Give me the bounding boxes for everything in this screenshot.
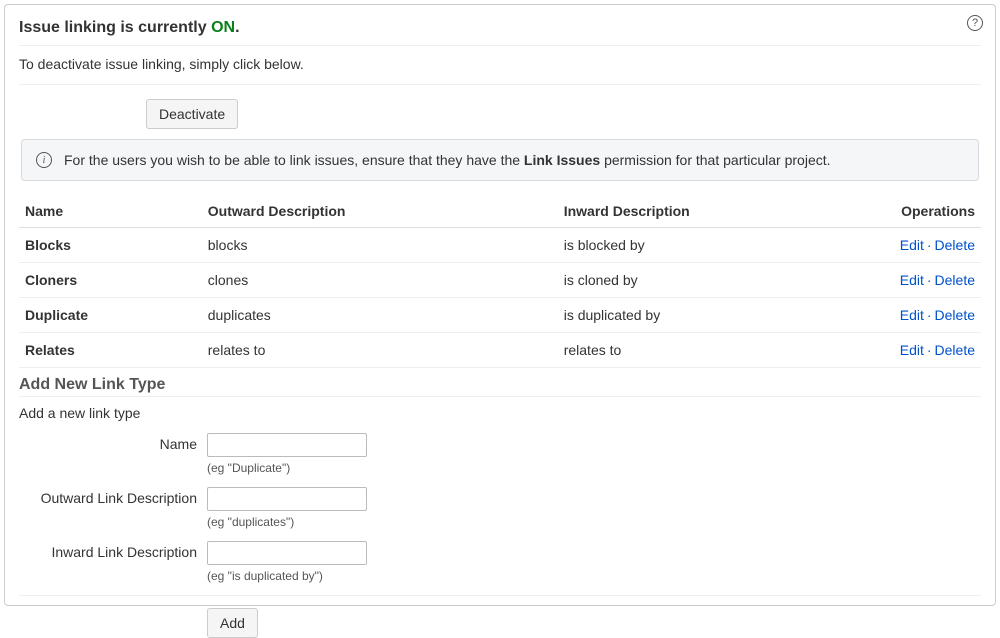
table-row: Duplicateduplicatesis duplicated byEdit·… xyxy=(19,298,981,333)
inward-label: Inward Link Description xyxy=(19,541,207,560)
cell-name: Cloners xyxy=(19,263,202,298)
info-text-before: For the users you wish to be able to lin… xyxy=(64,152,524,168)
cell-outward: duplicates xyxy=(202,298,558,333)
outward-label: Outward Link Description xyxy=(19,487,207,506)
info-text-after: permission for that particular project. xyxy=(600,152,830,168)
delete-link[interactable]: Delete xyxy=(935,307,975,323)
add-button[interactable]: Add xyxy=(207,608,258,638)
divider xyxy=(19,84,981,85)
form-row-name: Name (eg "Duplicate") xyxy=(19,433,981,475)
table-row: Clonersclonesis cloned byEdit·Delete xyxy=(19,263,981,298)
header-inward: Inward Description xyxy=(558,195,856,228)
name-input[interactable] xyxy=(207,433,367,457)
header-name: Name xyxy=(19,195,202,228)
link-types-table: Name Outward Description Inward Descript… xyxy=(19,195,981,368)
cell-inward: is blocked by xyxy=(558,228,856,263)
info-text: For the users you wish to be able to lin… xyxy=(64,152,831,168)
deactivate-description: To deactivate issue linking, simply clic… xyxy=(19,46,981,80)
cell-inward: relates to xyxy=(558,333,856,368)
cell-operations: Edit·Delete xyxy=(856,263,981,298)
form-row-inward: Inward Link Description (eg "is duplicat… xyxy=(19,541,981,583)
outward-input[interactable] xyxy=(207,487,367,511)
header-outward: Outward Description xyxy=(202,195,558,228)
title-suffix: . xyxy=(235,19,239,36)
header-operations: Operations xyxy=(856,195,981,228)
info-bold: Link Issues xyxy=(524,152,600,168)
separator: · xyxy=(927,342,932,358)
page-title: Issue linking is currently ON. xyxy=(19,19,981,43)
separator: · xyxy=(927,237,932,253)
inward-field-wrapper: (eg "is duplicated by") xyxy=(207,541,367,583)
add-button-row: Add xyxy=(19,595,981,638)
cell-outward: blocks xyxy=(202,228,558,263)
cell-operations: Edit·Delete xyxy=(856,228,981,263)
cell-inward: is cloned by xyxy=(558,263,856,298)
add-heading: Add New Link Type xyxy=(19,368,981,396)
table-header-row: Name Outward Description Inward Descript… xyxy=(19,195,981,228)
issue-linking-panel: ? Issue linking is currently ON. To deac… xyxy=(4,4,996,606)
info-icon: i xyxy=(36,152,52,168)
cell-operations: Edit·Delete xyxy=(856,333,981,368)
cell-outward: clones xyxy=(202,263,558,298)
cell-name: Duplicate xyxy=(19,298,202,333)
add-subtext: Add a new link type xyxy=(19,405,981,433)
cell-name: Relates xyxy=(19,333,202,368)
cell-outward: relates to xyxy=(202,333,558,368)
delete-link[interactable]: Delete xyxy=(935,237,975,253)
help-icon[interactable]: ? xyxy=(967,15,983,31)
title-status: ON xyxy=(211,19,235,36)
separator: · xyxy=(927,272,932,288)
delete-link[interactable]: Delete xyxy=(935,272,975,288)
outward-hint: (eg "duplicates") xyxy=(207,515,367,529)
name-hint: (eg "Duplicate") xyxy=(207,461,367,475)
title-prefix: Issue linking is currently xyxy=(19,19,211,36)
deactivate-button[interactable]: Deactivate xyxy=(146,99,238,129)
inward-input[interactable] xyxy=(207,541,367,565)
deactivate-row: Deactivate xyxy=(19,95,981,139)
outward-field-wrapper: (eg "duplicates") xyxy=(207,487,367,529)
edit-link[interactable]: Edit xyxy=(900,342,924,358)
name-field-wrapper: (eg "Duplicate") xyxy=(207,433,367,475)
divider xyxy=(19,396,981,397)
cell-name: Blocks xyxy=(19,228,202,263)
cell-operations: Edit·Delete xyxy=(856,298,981,333)
form-row-outward: Outward Link Description (eg "duplicates… xyxy=(19,487,981,529)
table-row: Relatesrelates torelates toEdit·Delete xyxy=(19,333,981,368)
edit-link[interactable]: Edit xyxy=(900,237,924,253)
info-banner: i For the users you wish to be able to l… xyxy=(21,139,979,181)
edit-link[interactable]: Edit xyxy=(900,307,924,323)
separator: · xyxy=(927,307,932,323)
table-row: Blocksblocksis blocked byEdit·Delete xyxy=(19,228,981,263)
delete-link[interactable]: Delete xyxy=(935,342,975,358)
name-label: Name xyxy=(19,433,207,452)
edit-link[interactable]: Edit xyxy=(900,272,924,288)
cell-inward: is duplicated by xyxy=(558,298,856,333)
inward-hint: (eg "is duplicated by") xyxy=(207,569,367,583)
